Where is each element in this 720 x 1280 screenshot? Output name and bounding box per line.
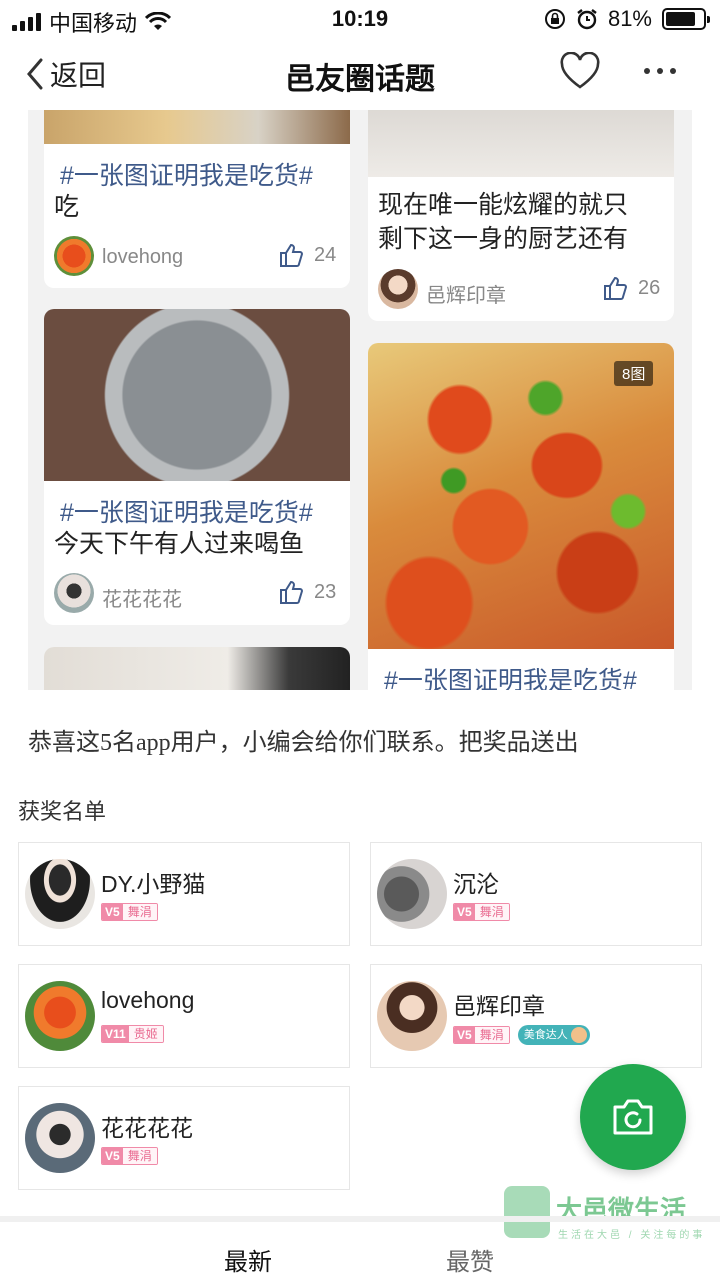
feed-card[interactable]: #一张图证明我是吃货# 今天下午有人过来喝鱼 花花花花 23: [44, 309, 350, 625]
rotation-lock-icon: [544, 9, 565, 29]
topic-tag[interactable]: #一张图证明我是吃货#: [60, 493, 313, 529]
feed-card[interactable]: 现在唯一能炫耀的就只 剩下这一身的厨艺还有 邑辉印章 26: [368, 110, 674, 321]
page-title: 邑友圈话题: [285, 63, 435, 96]
like-count: 24: [314, 243, 337, 266]
winners-heading: 获奖名单: [18, 799, 107, 824]
avatar[interactable]: [54, 236, 94, 276]
winner-card[interactable]: DY.小野猫 V5 舞涓: [18, 842, 350, 946]
like-button[interactable]: 24: [278, 242, 336, 268]
food-expert-badge: 美食达人: [517, 1025, 590, 1045]
feed-card[interactable]: #一张图证明我是吃货# 吃 lovehong 24: [44, 110, 350, 288]
camera-icon: [613, 1099, 653, 1135]
level-badge: V5 舞涓: [101, 1147, 158, 1165]
post-photo: [44, 110, 350, 144]
avatar[interactable]: [378, 269, 418, 309]
topic-tag[interactable]: #一张图证明我是吃货#: [60, 156, 313, 192]
thumbs-up-icon: [280, 243, 304, 267]
post-photo: [368, 110, 674, 177]
post-text: 今天下午有人过来喝鱼: [54, 530, 305, 558]
user-badges: V5 舞涓: [453, 903, 510, 921]
status-bar: 中国移动 10:19 81%: [0, 0, 720, 38]
post-photo: [368, 343, 674, 649]
avatar[interactable]: [54, 573, 94, 613]
back-label: 返回: [50, 60, 107, 91]
winner-name[interactable]: DY.小野猫: [101, 865, 205, 899]
tab-most-liked[interactable]: 最赞: [446, 1242, 494, 1277]
winner-name[interactable]: 邑辉印章: [453, 987, 545, 1021]
user-badges: V5 舞涓: [101, 903, 158, 921]
dot-icon: [670, 68, 676, 74]
user-badges: V5 舞涓 美食达人: [453, 1025, 590, 1045]
tab-latest[interactable]: 最新: [224, 1242, 272, 1277]
post-text: 现在唯一能炫耀的就只 剩下这一身的厨艺还有: [378, 191, 629, 253]
avatar[interactable]: [377, 859, 447, 929]
post-photo: [44, 647, 350, 690]
favorite-button[interactable]: [560, 51, 600, 95]
photo-count-badge: 8图: [614, 361, 654, 386]
chevron-left-icon: [27, 58, 43, 90]
like-count: 23: [314, 580, 337, 603]
heart-icon: [560, 51, 600, 89]
level-badge: V11 贵姬: [101, 1025, 164, 1043]
status-icons: 81%: [544, 6, 710, 32]
like-button[interactable]: 26: [602, 275, 660, 301]
back-button[interactable]: 返回: [26, 54, 106, 94]
winner-card[interactable]: 沉沦 V5 舞涓: [370, 842, 702, 946]
level-badge: V5 舞涓: [453, 1026, 510, 1044]
more-button[interactable]: [644, 68, 676, 74]
feed-card[interactable]: [44, 647, 350, 690]
feed-card[interactable]: 8图 #一张图证明我是吃货#: [368, 343, 674, 690]
like-button[interactable]: 23: [278, 579, 336, 605]
post-username[interactable]: 花花花花: [102, 583, 182, 612]
sort-tabs: 最新 最赞: [0, 1222, 720, 1280]
alarm-icon: [577, 9, 597, 30]
winner-card[interactable]: 花花花花 V5 舞涓: [18, 1086, 350, 1190]
avatar[interactable]: [25, 1103, 95, 1173]
avatar[interactable]: [25, 981, 95, 1051]
winner-name[interactable]: 沉沦: [453, 865, 499, 899]
user-badges: V5 舞涓: [101, 1147, 158, 1165]
congrats-text: 恭喜这5名app用户，小编会给你们联系。把奖品送出: [28, 730, 579, 756]
avatar[interactable]: [25, 859, 95, 929]
post-photo: [44, 309, 350, 481]
dot-icon: [644, 68, 650, 74]
battery-icon: [662, 8, 710, 30]
dot-icon: [657, 68, 663, 74]
post-username[interactable]: 邑辉印章: [426, 279, 506, 308]
post-image-feed[interactable]: #一张图证明我是吃货# 吃 lovehong 24 现在唯一能炫耀的就只 剩下这…: [28, 110, 692, 690]
avatar[interactable]: [377, 981, 447, 1051]
thumbs-up-icon: [280, 580, 304, 604]
winner-card[interactable]: 邑辉印章 V5 舞涓 美食达人: [370, 964, 702, 1068]
camera-post-button[interactable]: [580, 1064, 686, 1170]
level-badge: V5 舞涓: [453, 903, 510, 921]
winner-card[interactable]: lovehong V11 贵姬: [18, 964, 350, 1068]
winner-name[interactable]: 花花花花: [101, 1109, 193, 1143]
battery-percent: 81%: [607, 6, 652, 31]
level-badge: V5 舞涓: [101, 903, 158, 921]
post-text: 吃: [54, 193, 80, 221]
thumbs-up-icon: [604, 276, 628, 300]
post-username[interactable]: lovehong: [102, 246, 183, 269]
topic-tag[interactable]: #一张图证明我是吃货#: [384, 661, 637, 690]
user-badges: V11 贵姬: [101, 1025, 164, 1043]
navigation-bar: 返回 邑友圈话题: [0, 38, 720, 110]
winner-name[interactable]: lovehong: [101, 987, 194, 1014]
like-count: 26: [638, 276, 661, 299]
